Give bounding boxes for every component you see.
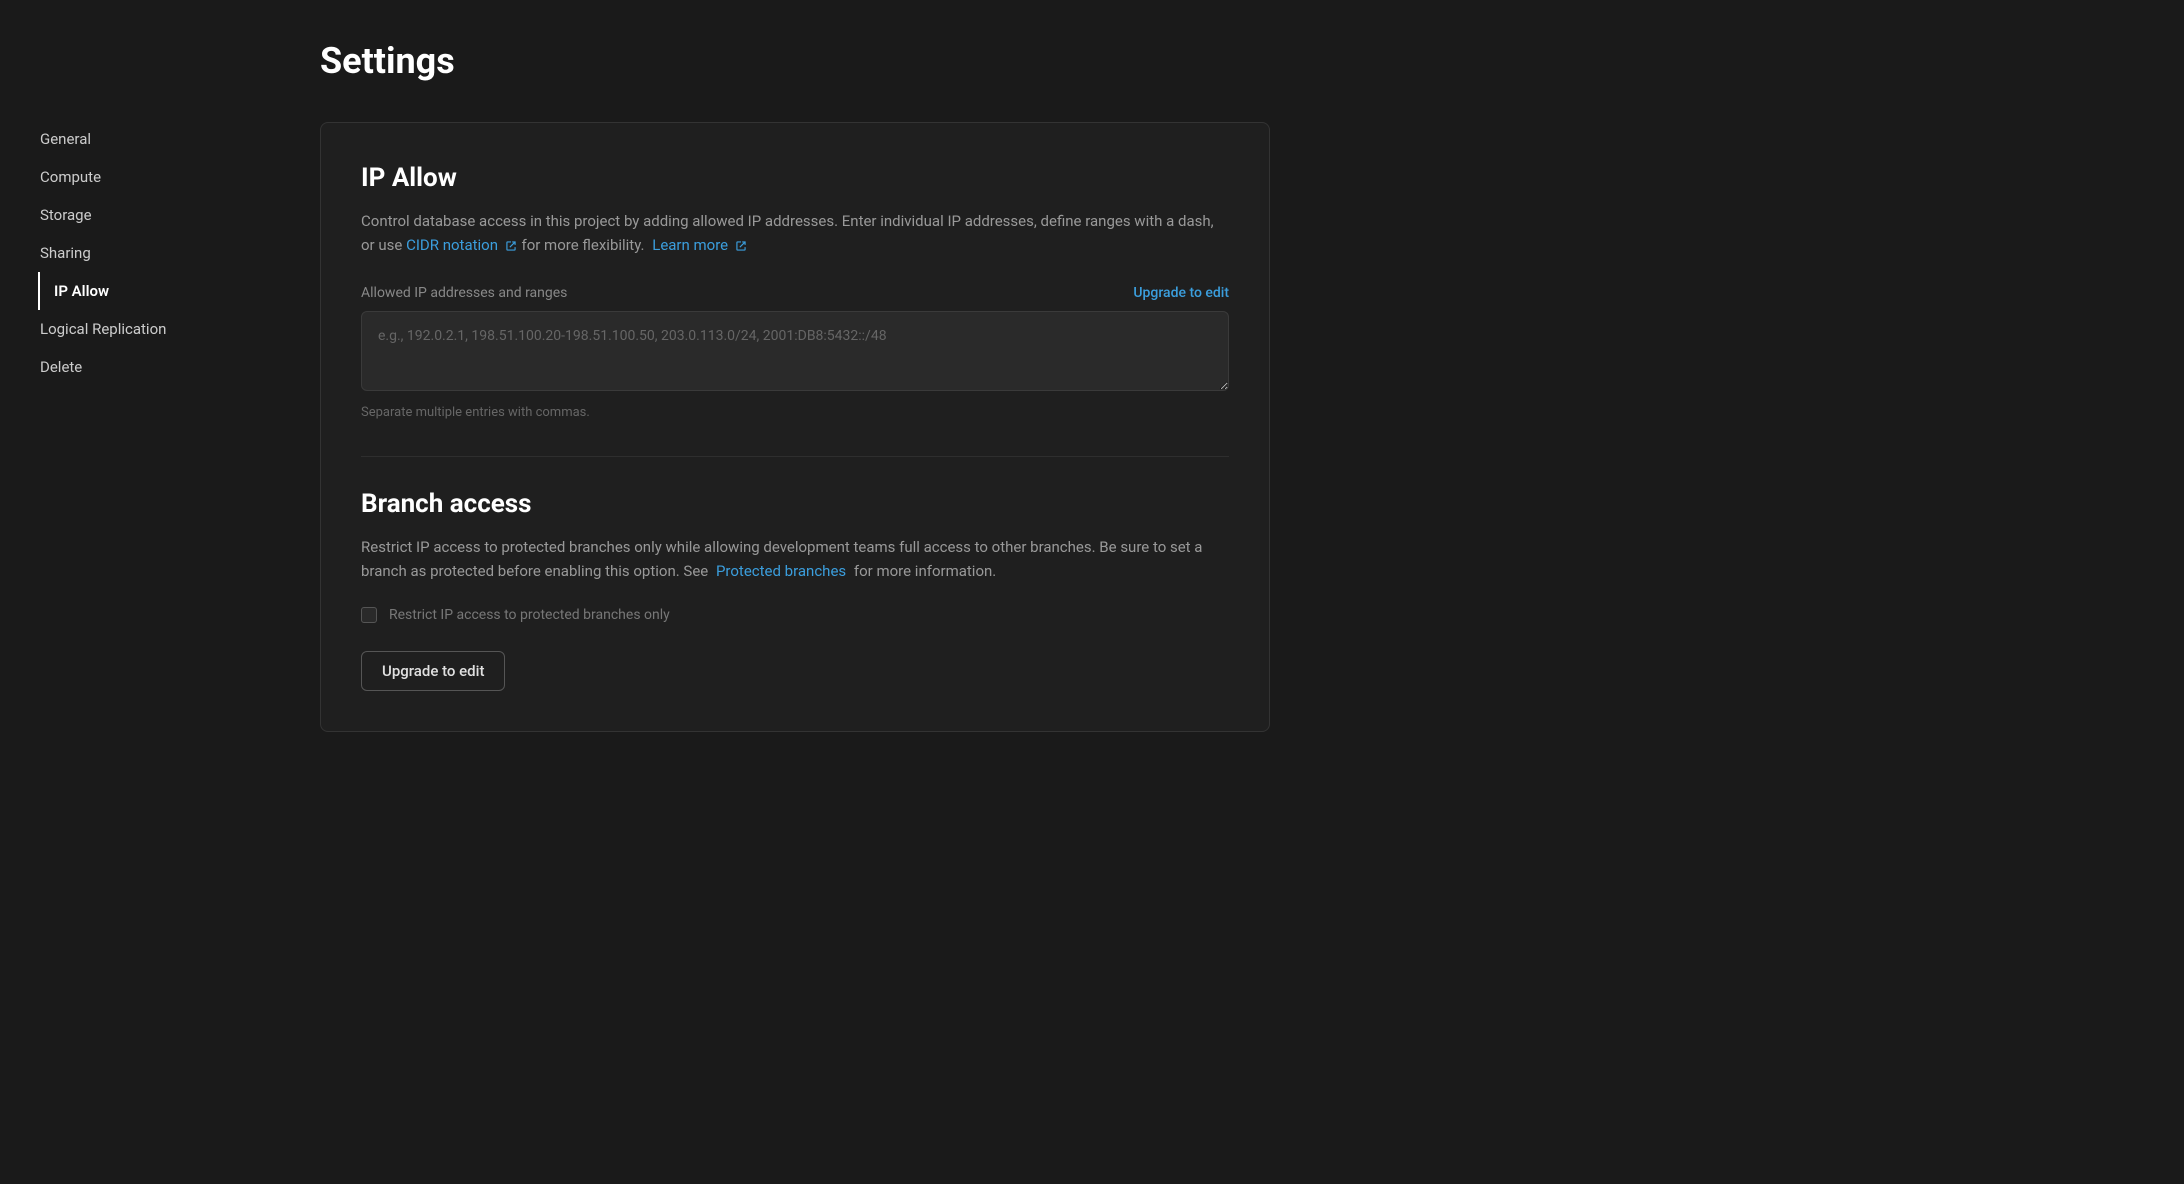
upgrade-to-edit-button[interactable]: Upgrade to edit — [361, 651, 505, 691]
restrict-ip-checkbox[interactable] — [361, 607, 377, 623]
sidebar-item-compute[interactable]: Compute — [38, 158, 260, 196]
sidebar-item-delete[interactable]: Delete — [38, 348, 260, 386]
external-link-icon — [504, 239, 518, 253]
checkbox-row: Restrict IP access to protected branches… — [361, 607, 1229, 623]
checkbox-label: Restrict IP access to protected branches… — [389, 607, 670, 623]
cidr-notation-link[interactable]: CIDR notation — [406, 236, 521, 254]
ip-addresses-input[interactable] — [361, 311, 1229, 391]
ip-allow-title: IP Allow — [361, 163, 1229, 193]
section-divider — [361, 456, 1229, 457]
sidebar-item-sharing[interactable]: Sharing — [38, 234, 260, 272]
field-hint: Separate multiple entries with commas. — [361, 405, 1229, 420]
sidebar-item-storage[interactable]: Storage — [38, 196, 260, 234]
field-header: Allowed IP addresses and ranges Upgrade … — [361, 285, 1229, 301]
upgrade-to-edit-link[interactable]: Upgrade to edit — [1133, 285, 1229, 301]
sidebar: General Compute Storage Sharing IP Allow… — [0, 0, 260, 1184]
ip-field-label: Allowed IP addresses and ranges — [361, 285, 567, 301]
branch-access-description: Restrict IP access to protected branches… — [361, 535, 1229, 583]
sidebar-item-logical-replication[interactable]: Logical Replication — [38, 310, 260, 348]
branch-access-section: Branch access Restrict IP access to prot… — [361, 489, 1229, 691]
external-link-icon-2 — [734, 239, 748, 253]
page-title: Settings — [320, 40, 2124, 82]
protected-branches-link[interactable]: Protected branches — [716, 562, 850, 580]
sidebar-item-general[interactable]: General — [38, 120, 260, 158]
sidebar-item-ip-allow[interactable]: IP Allow — [38, 272, 260, 310]
ip-allow-section: IP Allow Control database access in this… — [361, 163, 1229, 420]
learn-more-link[interactable]: Learn more — [652, 236, 748, 254]
main-content: Settings IP Allow Control database acces… — [260, 0, 2184, 1184]
branch-access-title: Branch access — [361, 489, 1229, 519]
settings-card: IP Allow Control database access in this… — [320, 122, 1270, 732]
ip-allow-description: Control database access in this project … — [361, 209, 1229, 257]
